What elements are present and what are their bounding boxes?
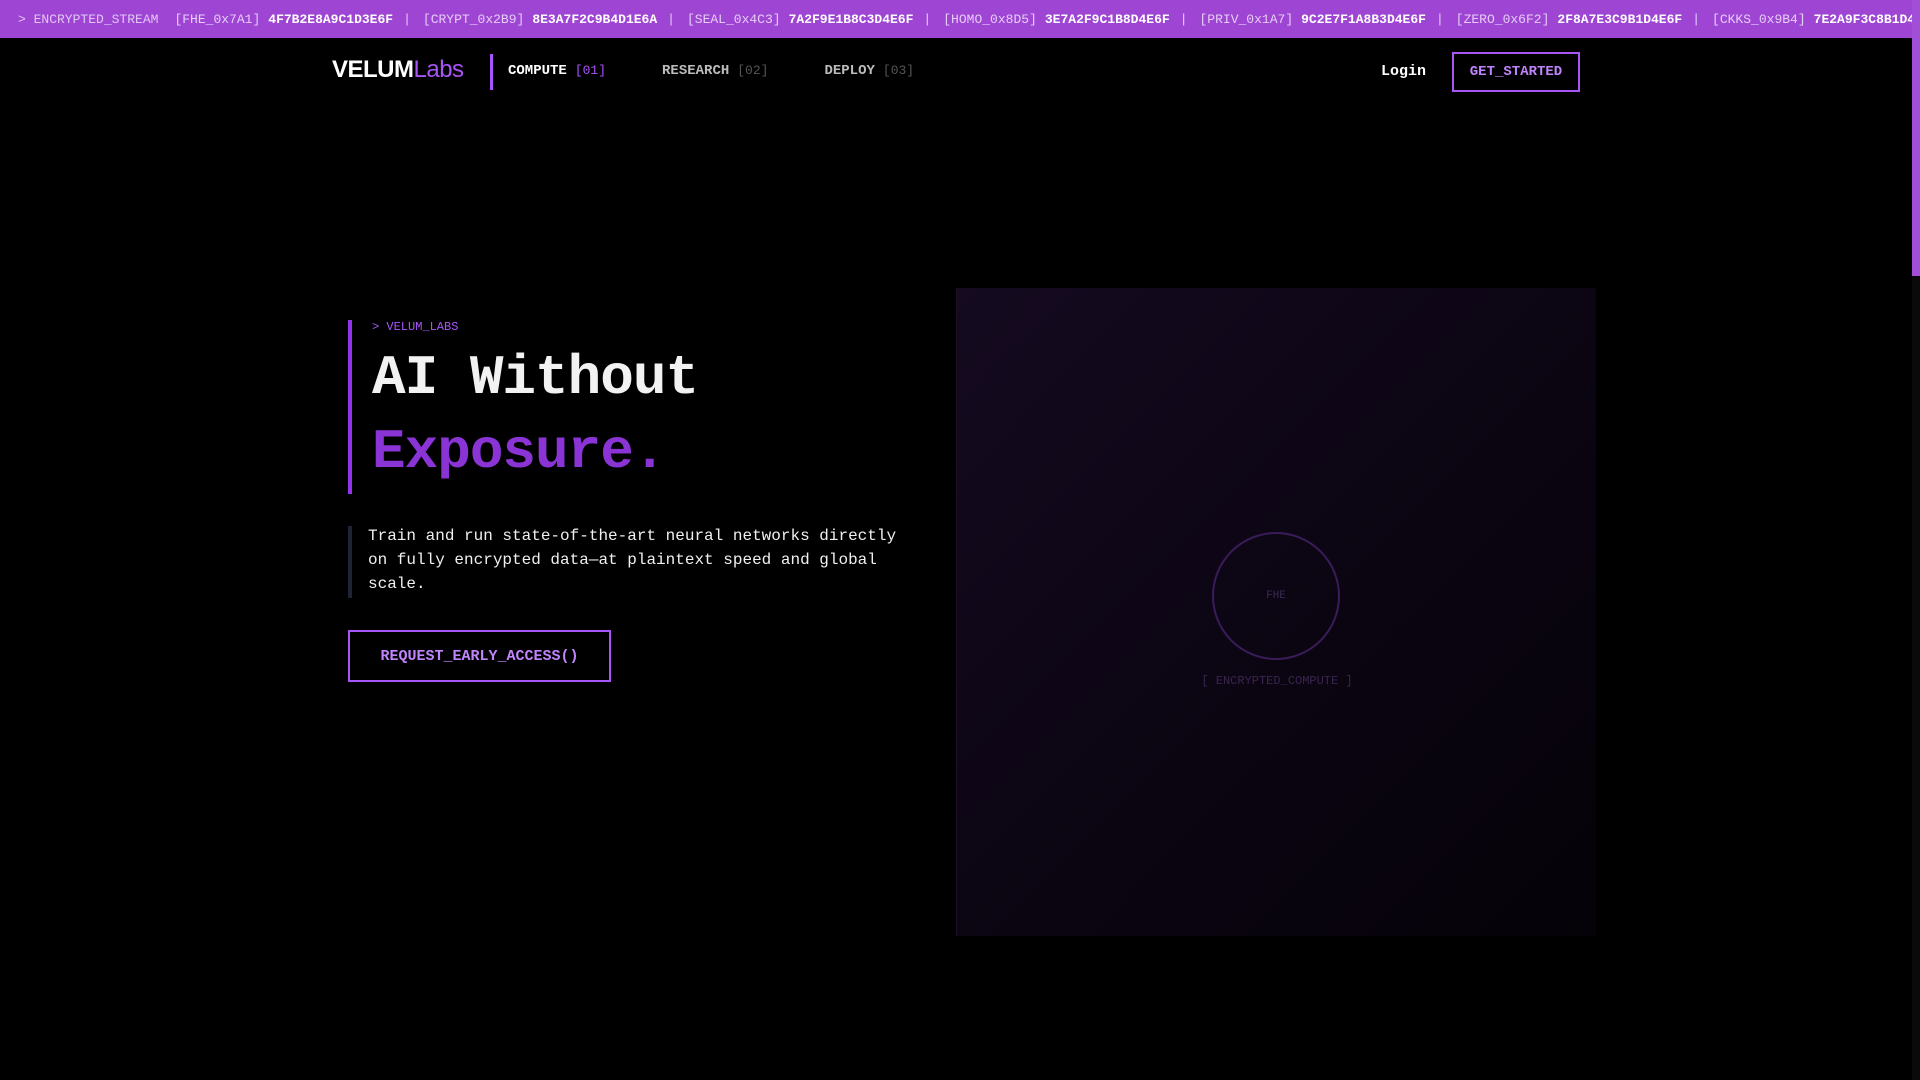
- ticker-value: 7A2F9E1B8C3D4E6F: [788, 11, 914, 27]
- logo-part-labs: Labs: [413, 56, 465, 83]
- logo[interactable]: VELUMLabs: [332, 56, 464, 84]
- ticker-key: [SEAL_0x4C3]: [686, 11, 781, 27]
- nav-link-label: DEPLOY: [824, 63, 875, 79]
- ticker-label: > ENCRYPTED_STREAM: [18, 11, 159, 27]
- ticker-separator: |: [667, 11, 675, 27]
- page-scrollbar[interactable]: [1912, 0, 1920, 1080]
- ticker-item: [HOMO_0x8D5] 3E7A2F9C1B8D4E6F |: [943, 12, 1199, 27]
- fhe-circle-icon: FHE: [1212, 532, 1340, 660]
- nav-link-number: [03]: [882, 63, 915, 78]
- ticker-key: [HOMO_0x8D5]: [943, 11, 1037, 27]
- ticker-value: 9C2E7F1A8B3D4E6F: [1301, 11, 1426, 27]
- ticker-separator: |: [403, 11, 411, 27]
- encrypted-compute-visual: FHE [ ENCRYPTED_COMPUTE ]: [956, 288, 1596, 936]
- ticker-key: [CRYPT_0x2B9]: [422, 11, 525, 27]
- ticker-key: [ZERO_0x6F2]: [1455, 11, 1550, 27]
- nav-link-deploy[interactable]: DEPLOY [03]: [824, 63, 914, 79]
- ticker-separator: |: [923, 11, 932, 27]
- scrollbar-thumb[interactable]: [1912, 0, 1920, 276]
- ticker-value: 3E7A2F9C1B8D4E6F: [1044, 11, 1170, 27]
- ticker-key: [PRIV_0x1A7]: [1199, 11, 1294, 27]
- ticker-separator: |: [1692, 11, 1701, 27]
- ticker-value: 7E2A9F3C8B1D4E6F: [1813, 11, 1920, 27]
- nav-link-compute[interactable]: COMPUTE [01]: [508, 63, 606, 79]
- ticker-item: [CKKS_0x9B4] 7E2A9F3C8B1D4E6F |: [1712, 12, 1920, 27]
- ticker-items: [FHE_0x7A1] 4F7B2E8A9C1D3E6F | [CRYPT_0x…: [174, 12, 1920, 27]
- ticker-value: 4F7B2E8A9C1D3E6F: [268, 11, 394, 27]
- ticker-item: [CRYPT_0x2B9] 8E3A7F2C9B4D1E6A |: [423, 12, 687, 27]
- request-early-access-button[interactable]: REQUEST_EARLY_ACCESS(): [348, 630, 611, 682]
- hero-description-block: Train and run state-of-the-art neural ne…: [348, 526, 908, 598]
- encrypted-stream-ticker: > ENCRYPTED_STREAM [FHE_0x7A1] 4F7B2E8A9…: [0, 0, 1920, 38]
- nav-link-label: COMPUTE: [508, 63, 567, 79]
- nav-divider: [490, 54, 493, 90]
- ticker-value: 2F8A7E3C9B1D4E6F: [1557, 11, 1683, 27]
- top-navigation: VELUMLabs COMPUTE [01] RESEARCH [02] DEP…: [0, 38, 1912, 104]
- ticker-separator: |: [1179, 11, 1188, 27]
- fhe-label: FHE: [1266, 590, 1286, 602]
- ticker-item: [ZERO_0x6F2] 2F8A7E3C9B1D4E6F |: [1456, 12, 1712, 27]
- hero-description: Train and run state-of-the-art neural ne…: [368, 527, 897, 593]
- ticker-item: [PRIV_0x1A7] 9C2E7F1A8B3D4E6F |: [1200, 12, 1456, 27]
- nav-link-number: [01]: [574, 63, 607, 78]
- ticker-item: [SEAL_0x4C3] 7A2F9E1B8C3D4E6F |: [687, 12, 943, 27]
- ticker-separator: |: [1435, 11, 1444, 27]
- ticker-key: [CKKS_0x9B4]: [1712, 11, 1806, 27]
- visual-caption: [ ENCRYPTED_COMPUTE ]: [1201, 674, 1353, 688]
- hero-title-line2: Exposure.: [372, 420, 666, 484]
- hero-title-block: > VELUM_LABS AI Without Exposure.: [348, 320, 908, 494]
- ticker-item: [FHE_0x7A1] 4F7B2E8A9C1D3E6F |: [174, 12, 422, 27]
- ticker-value: 8E3A7F2C9B4D1E6A: [532, 11, 658, 27]
- ticker-key: [FHE_0x7A1]: [174, 11, 261, 27]
- hero-title-line1: AI Without: [372, 346, 699, 410]
- logo-part-velum: VELUM: [332, 56, 414, 83]
- hero-section: > VELUM_LABS AI Without Exposure. Train …: [348, 320, 908, 682]
- nav-link-label: RESEARCH: [662, 63, 730, 79]
- hero-eyebrow: > VELUM_LABS: [372, 320, 459, 334]
- nav-links: COMPUTE [01] RESEARCH [02] DEPLOY [03]: [508, 63, 970, 79]
- get-started-button[interactable]: GET_STARTED: [1452, 52, 1580, 92]
- login-link[interactable]: Login: [1381, 63, 1426, 80]
- nav-link-research[interactable]: RESEARCH [02]: [662, 63, 768, 79]
- nav-link-number: [02]: [737, 63, 769, 78]
